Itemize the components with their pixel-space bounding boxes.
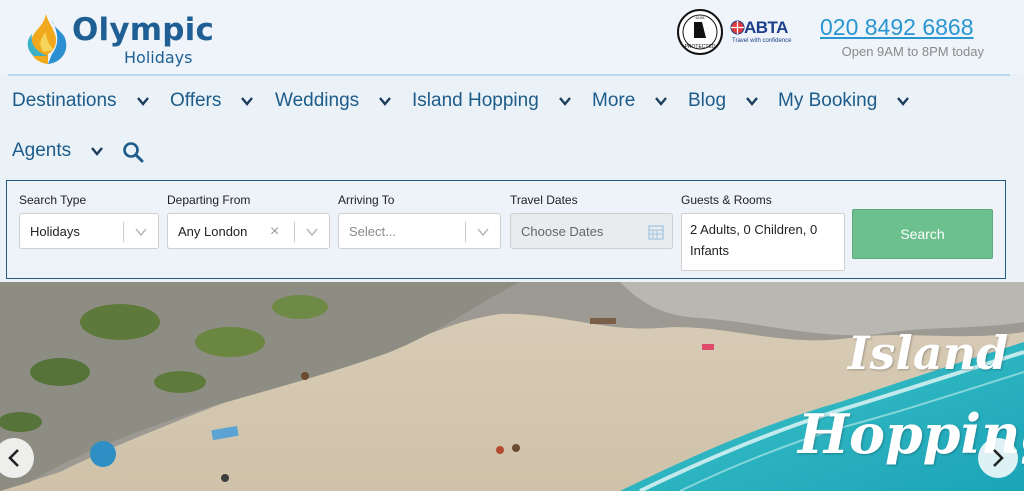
header-divider <box>8 74 1010 76</box>
nav-item-label: Blog <box>688 90 727 111</box>
arrow-right-icon <box>993 449 1004 467</box>
nav-item-weddings[interactable]: Weddings <box>275 90 393 112</box>
search-type-label: Search Type <box>19 193 87 207</box>
clear-icon[interactable]: × <box>270 223 279 241</box>
nav-item-destinations[interactable]: Destinations <box>12 90 151 112</box>
nav-item-more[interactable]: More <box>592 90 669 112</box>
guests-label: Guests & Rooms <box>681 193 772 207</box>
chevron-down-icon <box>379 97 392 106</box>
atol-number: 6108 <box>696 15 706 20</box>
hero-banner: Island Hopping <box>0 282 1024 491</box>
logo[interactable]: Olympic Holidays <box>24 4 214 68</box>
departing-value: Any London <box>178 223 248 239</box>
nav-item-agents[interactable]: Agents <box>12 140 105 162</box>
logo-flame-icon <box>27 14 67 64</box>
chevron-down-icon <box>558 97 571 106</box>
chevron-down-icon <box>655 97 668 106</box>
calendar-icon <box>648 225 664 240</box>
search-type-select[interactable]: Holidays <box>19 213 159 249</box>
search-button[interactable]: Search <box>852 209 993 259</box>
nav-item-label: Destinations <box>12 90 117 111</box>
nav-item-my-booking[interactable]: My Booking <box>778 90 911 112</box>
departing-field: Departing From Any London × <box>167 193 330 249</box>
search-icon[interactable] <box>122 141 144 163</box>
nav-item-label: Offers <box>170 90 222 111</box>
hero-title-line1: Island <box>848 326 1009 380</box>
abta-text: ABTA <box>744 18 788 37</box>
guests-rooms-input[interactable]: 2 Adults, 0 Children, 0 Infants <box>681 213 845 271</box>
chevron-down-icon <box>306 228 318 237</box>
arriving-label: Arriving To <box>338 193 395 207</box>
arriving-placeholder: Select... <box>349 223 396 239</box>
abta-badge[interactable]: ABTA Travel with confidence <box>730 18 800 48</box>
atol-text: PROTECTED <box>685 44 716 50</box>
arriving-select[interactable]: Select... <box>338 213 501 249</box>
nav-item-label: My Booking <box>778 90 878 111</box>
nav-item-label: Island Hopping <box>412 90 539 111</box>
select-separator <box>294 222 295 242</box>
departing-label: Departing From <box>167 193 251 207</box>
nav-item-blog[interactable]: Blog <box>688 90 760 112</box>
opening-hours: Open 9AM to 8PM today <box>841 44 984 59</box>
travel-dates-label: Travel Dates <box>510 193 578 207</box>
nav-item-label: Agents <box>12 140 72 161</box>
nav-item-island-hopping[interactable]: Island Hopping <box>412 90 573 112</box>
nav-item-offers[interactable]: Offers <box>170 90 255 112</box>
guests-field: Guests & Rooms 2 Adults, 0 Children, 0 I… <box>681 193 845 271</box>
travel-dates-field: Travel Dates Choose Dates <box>510 193 673 249</box>
select-separator <box>465 222 466 242</box>
search-type-value: Holidays <box>30 223 80 239</box>
chevron-down-icon <box>91 147 104 156</box>
globe-icon <box>730 20 745 35</box>
departing-select[interactable]: Any London × <box>167 213 330 249</box>
chevron-down-icon <box>241 97 254 106</box>
search-type-field: Search Type Holidays <box>19 193 159 249</box>
arrow-left-icon <box>8 449 19 467</box>
arriving-field: Arriving To Select... <box>338 193 501 249</box>
chevron-down-icon <box>136 97 149 106</box>
chevron-down-icon <box>746 97 758 106</box>
site-header: Olympic Holidays PROTECTED 6108 ABTA Tra… <box>0 0 1024 74</box>
nav-item-label: Weddings <box>275 90 360 111</box>
atol-badge-icon[interactable]: PROTECTED 6108 <box>676 8 724 56</box>
chevron-down-icon <box>477 228 489 237</box>
abta-subtitle: Travel with confidence <box>732 38 792 44</box>
phone-number-link[interactable]: 020 8492 6868 <box>820 14 974 41</box>
search-panel: Search Type Holidays Departing From Any … <box>6 180 1006 279</box>
logo-subtitle: Holidays <box>124 48 193 67</box>
chevron-down-icon <box>897 97 910 106</box>
chevron-down-icon <box>135 228 147 237</box>
travel-dates-input[interactable]: Choose Dates <box>510 213 673 249</box>
nav-item-label: More <box>592 90 636 111</box>
travel-dates-placeholder: Choose Dates <box>521 223 604 239</box>
select-separator <box>123 222 124 242</box>
main-nav: Destinations Offers Weddings Island Hopp… <box>0 78 1024 178</box>
carousel-next-button[interactable] <box>978 438 1018 478</box>
logo-name: Olympic <box>72 12 215 48</box>
